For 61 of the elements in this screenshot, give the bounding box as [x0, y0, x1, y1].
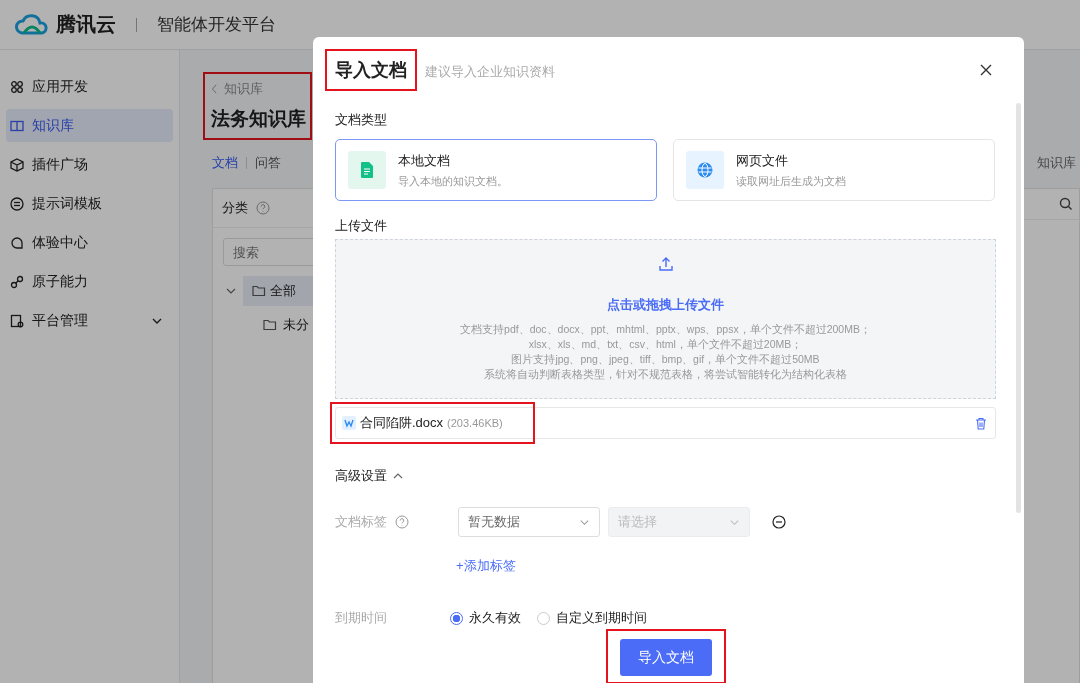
- dialog-subtitle: 建议导入企业知识资料: [425, 62, 555, 81]
- sidebar-item[interactable]: 知识库: [6, 109, 173, 142]
- card-description: 导入本地的知识文档。: [398, 173, 508, 189]
- import-button[interactable]: 导入文档: [619, 639, 712, 676]
- search-icon[interactable]: [1059, 197, 1073, 211]
- remove-icon[interactable]: [772, 515, 786, 529]
- panel-title: 分类: [222, 199, 248, 217]
- radio-option[interactable]: 永久有效: [450, 609, 521, 627]
- link-icon: [10, 274, 24, 289]
- section-label: 上传文件: [335, 217, 388, 235]
- chat-icon: [10, 235, 24, 250]
- product-name: 智能体开发平台: [157, 14, 276, 36]
- tab[interactable]: 问答: [255, 154, 281, 172]
- sidebar-item[interactable]: 应用开发: [6, 70, 173, 103]
- doc-type-card[interactable]: 网页文件 读取网址后生成为文档: [673, 139, 995, 201]
- list-icon: [10, 196, 24, 211]
- field-label: 到期时间: [335, 609, 387, 627]
- sidebar-item[interactable]: 插件广场: [6, 148, 173, 181]
- file-size: (203.46KB): [447, 417, 503, 429]
- folder-icon: [263, 319, 277, 331]
- book-icon: [10, 118, 24, 133]
- sidebar-item[interactable]: 平台管理: [6, 304, 173, 337]
- brand-name: 腾讯云: [56, 12, 116, 37]
- upload-hint: 系统将自动判断表格类型，针对不规范表格，将尝试智能转化为结构化表格: [484, 367, 847, 382]
- file-name: 合同陷阱.docx: [360, 414, 444, 432]
- trash-icon[interactable]: [975, 416, 987, 430]
- cloud-logo-icon: [14, 12, 50, 37]
- back-chevron-icon: [211, 84, 218, 94]
- globe-icon: [697, 162, 713, 178]
- upload-dropzone[interactable]: 点击或拖拽上传文件 文档支持pdf、doc、docx、ppt、mhtml、pptx、wps、ppsx，单个文件不超过200MB； xlsx、xls、md、txt、csv、html，单个文件不超过20MB； 图片支持jpg、png、jpeg、tiff、bmp、gif，单个文件不超过50MB 系统将自动判断表格类型，针对不规范表格，将尝试智能转化为结构化表格: [335, 239, 996, 399]
- help-icon: [256, 201, 270, 215]
- dialog-title: 导入文档: [335, 59, 407, 82]
- close-icon[interactable]: [980, 64, 992, 76]
- document-icon: [10, 313, 24, 328]
- upload-hint: 图片支持jpg、png、jpeg、tiff、bmp、gif，单个文件不超过50MB: [511, 352, 820, 367]
- card-description: 读取网址后生成为文档: [736, 173, 846, 189]
- advanced-toggle[interactable]: 高级设置: [335, 467, 404, 485]
- add-tag-link[interactable]: +添加标签: [456, 557, 996, 575]
- card-title: 本地文档: [398, 151, 451, 170]
- doc-type-card[interactable]: 本地文档 导入本地的知识文档。: [335, 139, 657, 201]
- upload-icon: [657, 256, 674, 272]
- tab[interactable]: 知识库: [1037, 154, 1080, 172]
- help-icon: [395, 515, 409, 529]
- upload-hint: xlsx、xls、md、txt、csv、html，单个文件不超过20MB；: [528, 337, 803, 352]
- grid-icon: [10, 79, 24, 94]
- card-title: 网页文件: [736, 151, 789, 170]
- word-file-icon: [342, 416, 356, 430]
- upload-prompt: 点击或拖拽上传文件: [607, 296, 724, 314]
- field-label: 文档标签: [335, 513, 387, 531]
- sidebar-item[interactable]: 体验中心: [6, 226, 173, 259]
- document-icon: [361, 162, 373, 178]
- sidebar-item[interactable]: 提示词模板: [6, 187, 173, 220]
- sidebar-item[interactable]: 原子能力: [6, 265, 173, 298]
- radio-option[interactable]: 自定义到期时间: [537, 609, 647, 627]
- section-label: 文档类型: [335, 111, 388, 129]
- cube-icon: [10, 157, 24, 172]
- upload-hint: 文档支持pdf、doc、docx、ppt、mhtml、pptx、wps、ppsx，单个文件不超过200MB；: [460, 322, 871, 337]
- folder-icon: [252, 285, 266, 297]
- page-title: 法务知识库: [211, 107, 306, 131]
- tag-key-select[interactable]: 暂无数据: [458, 507, 600, 537]
- tab[interactable]: 文档: [212, 154, 238, 172]
